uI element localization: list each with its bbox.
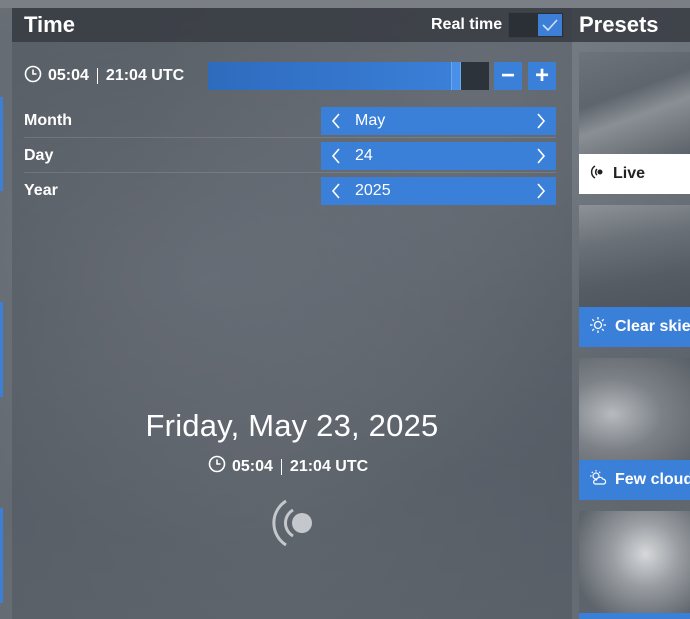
preset-thumbnail (579, 205, 690, 307)
preset-thumbnail (579, 358, 690, 460)
preset-thumbnail (579, 52, 690, 154)
month-label: Month (24, 112, 72, 129)
day-value: 24 (355, 147, 373, 164)
time-slider[interactable] (208, 62, 489, 90)
preset-few-clouds-bar: Few cloud (579, 460, 690, 500)
local-time: 05:04 (48, 67, 89, 84)
preset-live[interactable]: Live (579, 52, 690, 194)
time-slider-fill (208, 62, 451, 90)
time-readout: 05:04 21:04 UTC (24, 65, 185, 88)
utc-time: 21:04 UTC (105, 67, 185, 84)
preset-label: Clear skie (615, 318, 690, 335)
cloud-sun-icon (589, 469, 607, 492)
left-edge-accent (0, 97, 3, 191)
day-row: Day 24 (12, 139, 556, 173)
chevron-right-icon[interactable] (536, 113, 546, 134)
decrement-time-button[interactable]: − (494, 62, 522, 90)
preset-label: Few cloud (615, 471, 690, 488)
clock-icon (208, 455, 226, 478)
row-divider (24, 172, 556, 173)
month-value: May (355, 112, 386, 129)
time-title: Time (24, 12, 75, 37)
preset-live-bar: Live (579, 154, 690, 194)
preset-few-clouds[interactable]: Few cloud (579, 358, 690, 500)
footer-time-readout: 05:04 21:04 UTC (208, 455, 368, 478)
preset-bar-partial (579, 613, 690, 619)
divider (280, 458, 282, 475)
preset-clear-skies-bar: Clear skie (579, 307, 690, 347)
divider (96, 68, 98, 84)
chevron-right-icon[interactable] (536, 148, 546, 169)
footer-utc-time: 21:04 UTC (289, 457, 369, 475)
live-broadcast-icon (264, 493, 324, 558)
year-row: Year 2025 (12, 174, 556, 208)
preset-label: Live (613, 165, 646, 182)
year-selector: 2025 (321, 177, 556, 205)
clock-icon (24, 65, 42, 88)
preset-clear-skies[interactable]: Clear skie (579, 205, 690, 347)
checkmark-icon (538, 14, 562, 36)
live-icon (589, 164, 605, 185)
presets-header: Presets (572, 8, 690, 42)
real-time-toggle[interactable] (508, 12, 564, 38)
month-row: Month May (12, 104, 556, 138)
time-slider-thumb[interactable] (451, 62, 461, 90)
preset-thumbnail (579, 511, 690, 619)
footer-local-time: 05:04 (232, 457, 273, 475)
left-edge-accent (0, 302, 3, 397)
real-time-label: Real time (431, 16, 503, 33)
chevron-right-icon[interactable] (536, 183, 546, 204)
presets-title: Presets (579, 12, 659, 37)
chevron-left-icon[interactable] (331, 183, 341, 204)
day-selector: 24 (321, 142, 556, 170)
increment-time-button[interactable]: + (528, 62, 556, 90)
day-label: Day (24, 147, 54, 164)
year-label: Year (24, 182, 58, 199)
chevron-left-icon[interactable] (331, 113, 341, 134)
year-value: 2025 (355, 182, 391, 199)
sun-icon (589, 316, 607, 339)
full-date: Friday, May 23, 2025 (145, 408, 439, 443)
row-divider (24, 137, 556, 138)
time-panel: Time Real time 05:04 21:04 UTC − + Month… (12, 8, 572, 619)
time-header: Time Real time (12, 8, 572, 42)
month-selector: May (321, 107, 556, 135)
chevron-left-icon[interactable] (331, 148, 341, 169)
preset-card-partial[interactable] (579, 511, 690, 619)
top-strip (0, 0, 690, 8)
left-edge-accent (0, 508, 3, 603)
